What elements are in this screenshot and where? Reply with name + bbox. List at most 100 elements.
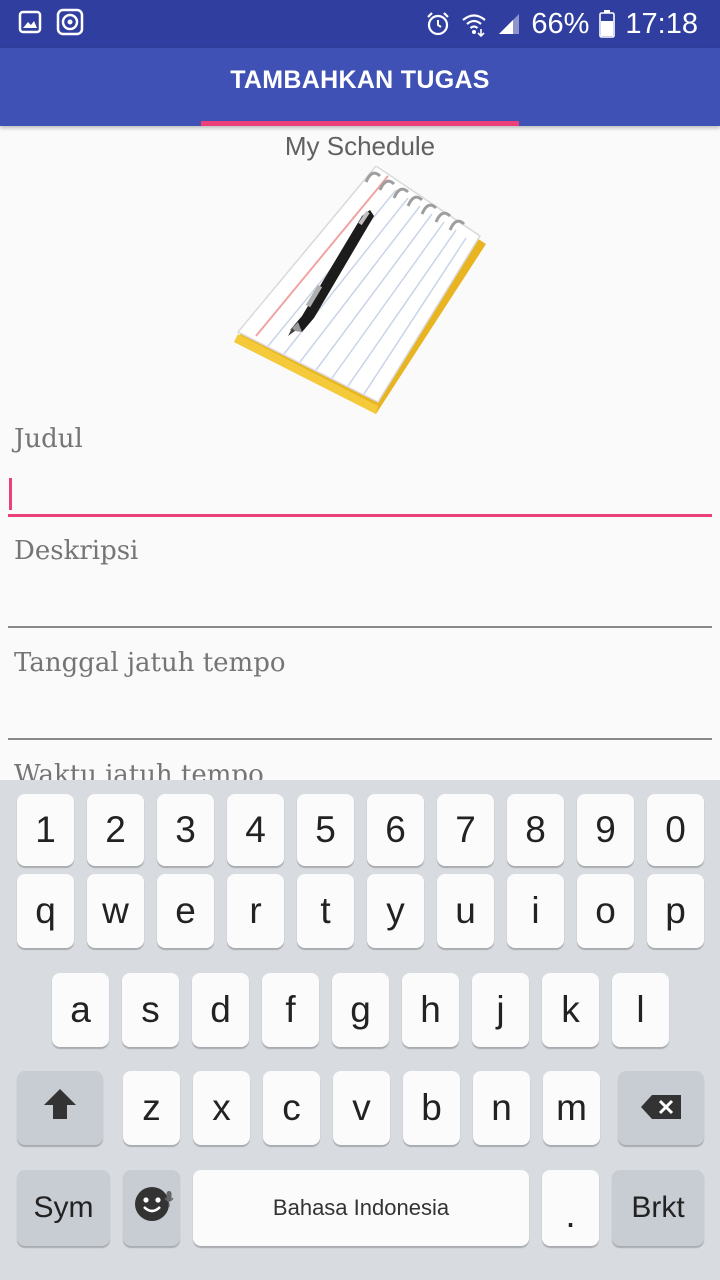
key-9[interactable]: 9 [577, 794, 634, 866]
field-label-tanggal: Tanggal jatuh tempo [14, 648, 286, 678]
backspace-key[interactable] [618, 1071, 704, 1145]
key-y[interactable]: y [367, 874, 424, 948]
key-label: 2 [105, 809, 126, 850]
key-0[interactable]: 0 [647, 794, 704, 866]
key-z[interactable]: z [123, 1071, 180, 1145]
key-2[interactable]: 2 [87, 794, 144, 866]
media-icon [56, 8, 84, 41]
key-4[interactable]: 4 [227, 794, 284, 866]
key-label: f [285, 989, 296, 1030]
key-t[interactable]: t [297, 874, 354, 948]
status-bar: 66% 17:18 [0, 0, 720, 48]
alarm-icon [425, 11, 451, 37]
key-label: l [636, 989, 645, 1030]
key-label: h [420, 989, 441, 1030]
field-label-deskripsi: Deskripsi [14, 536, 139, 566]
key-label: 6 [385, 809, 406, 850]
key-i[interactable]: i [507, 874, 564, 948]
key-v[interactable]: v [333, 1071, 390, 1145]
deskripsi-input[interactable] [8, 626, 712, 628]
tab-indicator [201, 121, 519, 126]
battery-icon [599, 10, 616, 38]
battery-percent: 66% [531, 7, 590, 40]
sym-key-label: Sym [33, 1191, 94, 1224]
key-label: 5 [315, 809, 336, 850]
key-label: 7 [455, 809, 476, 850]
key-label: b [421, 1087, 442, 1128]
shift-arrow-icon [42, 1087, 78, 1130]
key-label: i [531, 890, 540, 931]
key-label: p [665, 890, 686, 931]
key-r[interactable]: r [227, 874, 284, 948]
shift-key[interactable] [17, 1071, 103, 1145]
key-label: t [320, 890, 331, 931]
signal-icon [497, 12, 521, 36]
space-key[interactable]: Bahasa Indonesia [193, 1170, 529, 1246]
period-key-label: . [565, 1194, 576, 1235]
key-p[interactable]: p [647, 874, 704, 948]
key-o[interactable]: o [577, 874, 634, 948]
key-3[interactable]: 3 [157, 794, 214, 866]
clock: 17:18 [625, 7, 698, 40]
enter-key[interactable]: Brkt [612, 1170, 704, 1246]
emoji-key[interactable] [123, 1170, 180, 1246]
keyboard: 1 2 3 4 5 6 7 8 9 0 q w e r t y u i o p a s d f g h j k l z x c v b n m Sym [0, 780, 720, 1280]
key-c[interactable]: c [263, 1071, 320, 1145]
key-label: m [556, 1087, 587, 1128]
key-label: r [249, 890, 262, 931]
key-s[interactable]: s [122, 973, 179, 1047]
key-label: e [175, 890, 196, 931]
enter-key-label: Brkt [631, 1191, 685, 1224]
key-1[interactable]: 1 [17, 794, 74, 866]
key-u[interactable]: u [437, 874, 494, 948]
judul-input[interactable] [8, 514, 712, 517]
key-d[interactable]: d [192, 973, 249, 1047]
key-m[interactable]: m [543, 1071, 600, 1145]
key-l[interactable]: l [612, 973, 669, 1047]
key-label: n [491, 1087, 512, 1128]
key-w[interactable]: w [87, 874, 144, 948]
key-label: 4 [245, 809, 266, 850]
key-label: k [561, 989, 580, 1030]
key-a[interactable]: a [52, 973, 109, 1047]
key-g[interactable]: g [332, 973, 389, 1047]
key-b[interactable]: b [403, 1071, 460, 1145]
key-7[interactable]: 7 [437, 794, 494, 866]
key-x[interactable]: x [193, 1071, 250, 1145]
key-label: x [212, 1087, 231, 1128]
key-label: 3 [175, 809, 196, 850]
key-label: 8 [525, 809, 546, 850]
key-label: u [455, 890, 476, 931]
key-8[interactable]: 8 [507, 794, 564, 866]
key-h[interactable]: h [402, 973, 459, 1047]
key-k[interactable]: k [542, 973, 599, 1047]
key-label: o [595, 890, 616, 931]
key-5[interactable]: 5 [297, 794, 354, 866]
key-q[interactable]: q [17, 874, 74, 948]
key-label: y [386, 890, 405, 931]
backspace-icon [640, 1087, 682, 1129]
key-label: a [70, 989, 91, 1030]
period-key[interactable]: . [542, 1170, 599, 1246]
notepad-pen-icon [228, 164, 490, 418]
key-j[interactable]: j [472, 973, 529, 1047]
key-n[interactable]: n [473, 1071, 530, 1145]
sym-key[interactable]: Sym [17, 1170, 110, 1246]
key-label: 1 [35, 809, 56, 850]
key-f[interactable]: f [262, 973, 319, 1047]
tanggal-input[interactable] [8, 738, 712, 740]
key-label: q [35, 890, 56, 931]
page-subtitle: My Schedule [284, 131, 436, 161]
space-key-label: Bahasa Indonesia [272, 1195, 450, 1220]
field-label-judul: Judul [14, 424, 83, 454]
key-label: g [350, 989, 371, 1030]
key-e[interactable]: e [157, 874, 214, 948]
key-label: 9 [595, 809, 616, 850]
key-label: s [141, 989, 160, 1030]
image-icon [18, 10, 42, 39]
key-label: v [352, 1087, 371, 1128]
tab-tambahkan-tugas[interactable]: TAMBAHKAN TUGAS [0, 66, 720, 95]
key-6[interactable]: 6 [367, 794, 424, 866]
key-label: d [210, 989, 231, 1030]
screen: { "status_bar": { "left_icons": ["image-… [0, 0, 720, 1280]
